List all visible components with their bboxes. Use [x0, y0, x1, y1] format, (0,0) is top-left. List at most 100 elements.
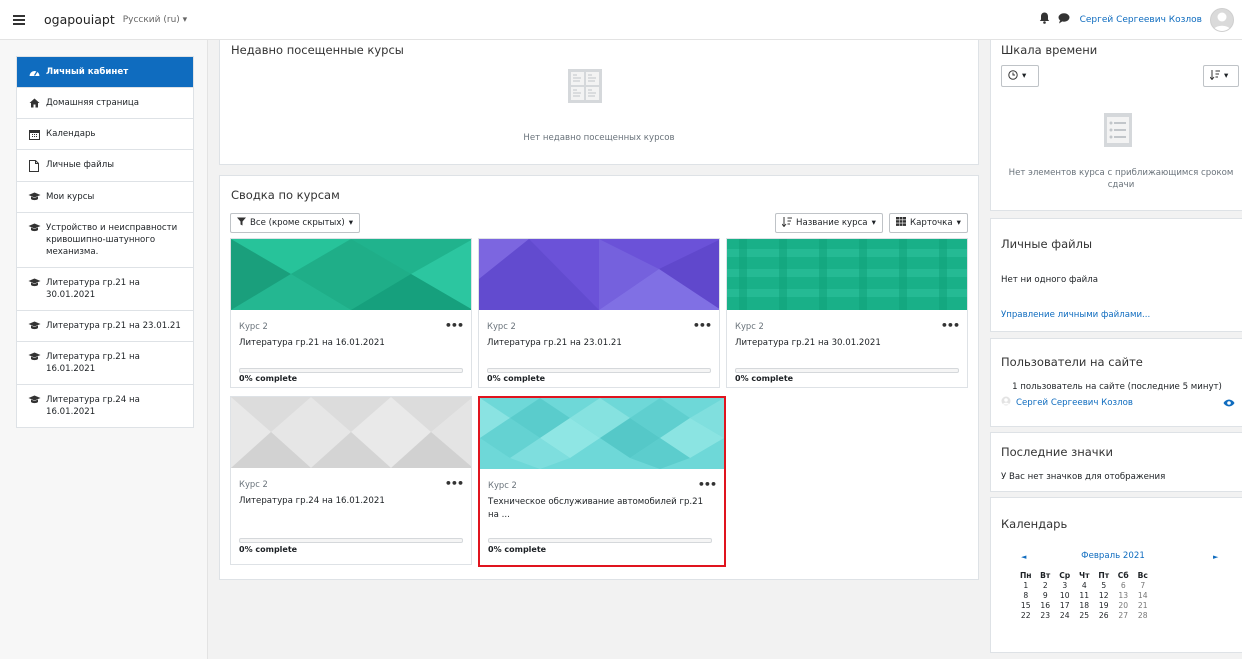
course-category: Курс 2	[735, 321, 764, 331]
chevron-down-icon: ▾	[348, 218, 354, 228]
course-name-link[interactable]: Литература гр.24 на 16.01.2021	[239, 495, 459, 508]
sidebar-item-calendar[interactable]: Календарь	[17, 119, 193, 150]
course-card[interactable]: Курс 2 ••• Литература гр.21 на 23.01.21 …	[478, 238, 720, 388]
chevron-down-icon: ▾	[871, 218, 876, 228]
grouping-filter-dropdown[interactable]: Все (кроме скрытых) ▾	[230, 213, 361, 233]
user-menu-name[interactable]: Сергей Сергеевич Козлов	[1080, 15, 1202, 25]
display-mode-dropdown[interactable]: Карточка ▾	[889, 213, 968, 233]
course-name-link[interactable]: Литература гр.21 на 30.01.2021	[735, 337, 955, 350]
calendar-day[interactable]: 21	[1133, 601, 1153, 611]
calendar-day[interactable]: 22	[1016, 611, 1036, 621]
calendar-day[interactable]: 6	[1114, 581, 1134, 591]
sort-dropdown[interactable]: Название курса ▾	[775, 213, 883, 233]
course-category: Курс 2	[487, 321, 516, 331]
sidebar-item-label: Личные файлы	[46, 160, 115, 170]
view-label: Карточка	[910, 218, 953, 228]
progress-bar	[239, 368, 463, 373]
sidebar-item-private-files[interactable]: Личные файлы	[17, 150, 193, 182]
course-name-link[interactable]: Литература гр.21 на 16.01.2021	[239, 337, 459, 350]
course-image[interactable]	[727, 239, 967, 310]
weekday-label: Вс	[1137, 571, 1148, 580]
calendar-day[interactable]: 7	[1133, 581, 1153, 591]
calendar-day[interactable]: 5	[1094, 581, 1114, 591]
calendar-day[interactable]: 23	[1036, 611, 1056, 621]
course-card[interactable]: Курс 2 ••• Литература гр.21 на 30.01.202…	[726, 238, 968, 388]
block-title: Недавно посещенные курсы	[231, 43, 404, 57]
graduation-cap-icon	[27, 320, 41, 330]
calendar-day[interactable]: 4	[1075, 581, 1095, 591]
calendar-day[interactable]: 25	[1075, 611, 1095, 621]
calendar-day[interactable]: 24	[1055, 611, 1075, 621]
sidebar-item-course[interactable]: Устройство и неисправности кривошипно-ша…	[17, 213, 193, 268]
course-name-link[interactable]: Техническое обслуживание автомобилей гр.…	[488, 496, 708, 522]
calendar-day[interactable]: 17	[1055, 601, 1075, 611]
sidebar-item-course[interactable]: Литература гр.21 на 30.01.2021	[17, 268, 193, 311]
course-card-highlighted[interactable]: Курс 2 ••• Техническое обслуживание авто…	[478, 396, 726, 567]
bell-icon[interactable]	[1039, 12, 1050, 27]
timeline-day-filter[interactable]: ▾	[1001, 65, 1039, 87]
graduation-cap-icon	[27, 351, 41, 361]
sidebar-item-course[interactable]: Литература гр.21 на 16.01.2021	[17, 342, 193, 385]
calendar-day[interactable]: 26	[1094, 611, 1114, 621]
calendar-day[interactable]: 1	[1016, 581, 1036, 591]
calendar-day[interactable]: 20	[1114, 601, 1134, 611]
language-menu[interactable]: Русский (ru) ▾	[123, 15, 187, 25]
sidebar-item-home[interactable]: Домашняя страница	[17, 88, 193, 119]
calendar-day[interactable]: 10	[1055, 591, 1075, 601]
calendar-day[interactable]: 18	[1075, 601, 1095, 611]
next-month-link[interactable]: ►	[1213, 553, 1218, 561]
calendar-day[interactable]: 12	[1094, 591, 1114, 601]
more-actions-icon[interactable]: •••	[698, 478, 717, 491]
manage-private-files-link[interactable]: Управление личными файлами...	[1001, 310, 1150, 320]
calendar-day[interactable]: 28	[1133, 611, 1153, 621]
weekday-label: Чт	[1078, 571, 1090, 580]
calendar-month-table: Пн Вт Ср Чт Пт Сб Вс 1 2 3 4 5 6 7 8 9 1…	[1016, 571, 1153, 621]
course-card[interactable]: Курс 2 ••• Литература гр.24 на 16.01.202…	[230, 396, 472, 565]
course-category: Курс 2	[239, 479, 268, 489]
calendar-day[interactable]: 3	[1055, 581, 1075, 591]
course-image[interactable]	[231, 239, 471, 310]
calendar-day[interactable]: 27	[1114, 611, 1134, 621]
sidebar-item-label: Домашняя страница	[46, 98, 140, 108]
course-card[interactable]: Курс 2 ••• Литература гр.21 на 16.01.202…	[230, 238, 472, 388]
sort-icon	[781, 216, 792, 230]
sidebar-item-label: Личный кабинет	[46, 67, 129, 77]
calendar-day[interactable]: 13	[1114, 591, 1134, 601]
more-actions-icon[interactable]: •••	[445, 477, 464, 490]
sort-label: Название курса	[796, 218, 868, 228]
sidebar-item-course[interactable]: Литература гр.24 на 16.01.2021	[17, 385, 193, 427]
calendar-day[interactable]: 19	[1094, 601, 1114, 611]
course-image[interactable]	[231, 397, 471, 468]
calendar-day[interactable]: 11	[1075, 591, 1095, 601]
eye-icon[interactable]	[1223, 399, 1235, 410]
avatar[interactable]	[1210, 7, 1234, 32]
month-title: Февраль 2021	[1081, 551, 1145, 561]
calendar-day[interactable]: 14	[1133, 591, 1153, 601]
sidebar-item-dashboard[interactable]: Личный кабинет	[17, 57, 193, 88]
filter-label: Все (кроме скрытых)	[250, 218, 345, 228]
more-actions-icon[interactable]: •••	[445, 319, 464, 332]
more-actions-icon[interactable]: •••	[693, 319, 712, 332]
filter-icon	[237, 217, 246, 229]
chat-bubble-icon[interactable]	[1058, 12, 1070, 27]
site-name[interactable]: ogapouiapt	[44, 12, 115, 27]
sidebar-item-course[interactable]: Литература гр.21 на 23.01.21	[17, 311, 193, 342]
calendar-day[interactable]: 2	[1036, 581, 1056, 591]
calendar-day[interactable]: 9	[1036, 591, 1056, 601]
timeline-sort[interactable]: ▾	[1203, 65, 1239, 87]
progress-bar	[735, 368, 959, 373]
course-image[interactable]	[479, 239, 719, 310]
online-user-link[interactable]: Сергей Сергеевич Козлов	[1016, 398, 1133, 408]
calendar-day[interactable]: 16	[1036, 601, 1056, 611]
sidebar-item-label: Устройство и неисправности кривошипно-ша…	[46, 223, 178, 257]
recent-courses-block: Недавно посещенные курсы Нет недавно пос…	[219, 34, 979, 165]
course-image[interactable]	[480, 398, 724, 469]
course-name-link[interactable]: Литература гр.21 на 23.01.21	[487, 337, 707, 350]
menu-toggle-icon[interactable]	[8, 9, 30, 31]
calendar-day[interactable]: 8	[1016, 591, 1036, 601]
sidebar-item-my-courses[interactable]: Мои курсы	[17, 182, 193, 213]
more-actions-icon[interactable]: •••	[941, 319, 960, 332]
private-files-block: Личные файлы Нет ни одного файла Управле…	[990, 218, 1242, 332]
calendar-day[interactable]: 15	[1016, 601, 1036, 611]
sidebar-item-label: Мои курсы	[46, 192, 95, 202]
